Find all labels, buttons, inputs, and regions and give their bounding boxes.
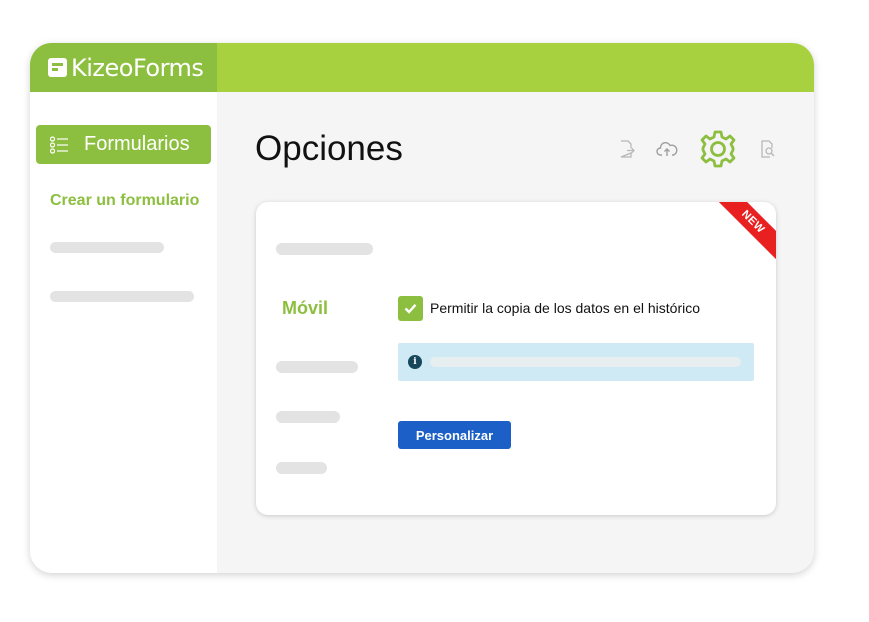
create-form-link[interactable]: Crear un formulario	[50, 192, 199, 210]
customize-button[interactable]: Personalizar	[398, 421, 511, 449]
info-icon: i	[408, 355, 422, 369]
logo[interactable]: KizeoForms	[30, 43, 217, 92]
card-placeholder	[276, 411, 340, 423]
options-card: NEW Móvil Permitir la copia de los datos…	[256, 202, 776, 515]
cloud-upload-icon[interactable]	[656, 140, 678, 158]
info-placeholder	[430, 357, 741, 367]
history-copy-checkbox[interactable]	[398, 296, 423, 321]
info-box: i	[398, 343, 754, 381]
new-badge: NEW	[716, 202, 776, 261]
section-label-movil: Móvil	[282, 298, 329, 318]
history-copy-label: Permitir la copia de los datos en el his…	[430, 300, 701, 316]
card-placeholder	[276, 243, 373, 255]
sidebar-item-formularios[interactable]: Formularios	[36, 125, 211, 164]
check-icon	[404, 303, 417, 314]
app-window: KizeoForms Formularios Crear un formular…	[30, 43, 814, 573]
sidebar: Formularios Crear un formulario	[30, 92, 217, 573]
logo-text: KizeoForms	[71, 53, 204, 82]
sidebar-item-label: Formularios	[84, 133, 190, 155]
page-title: Opciones	[255, 129, 403, 168]
card-placeholder	[276, 361, 358, 373]
new-ribbon: NEW	[716, 202, 776, 262]
logo-icon	[48, 58, 67, 77]
export-icon[interactable]	[618, 140, 636, 158]
list-icon	[50, 135, 68, 154]
sidebar-placeholder	[50, 291, 194, 302]
top-bar: KizeoForms	[30, 43, 814, 92]
gear-icon[interactable]	[698, 129, 738, 169]
card-placeholder	[276, 462, 327, 474]
sidebar-placeholder	[50, 242, 164, 253]
document-search-icon[interactable]	[760, 140, 776, 158]
